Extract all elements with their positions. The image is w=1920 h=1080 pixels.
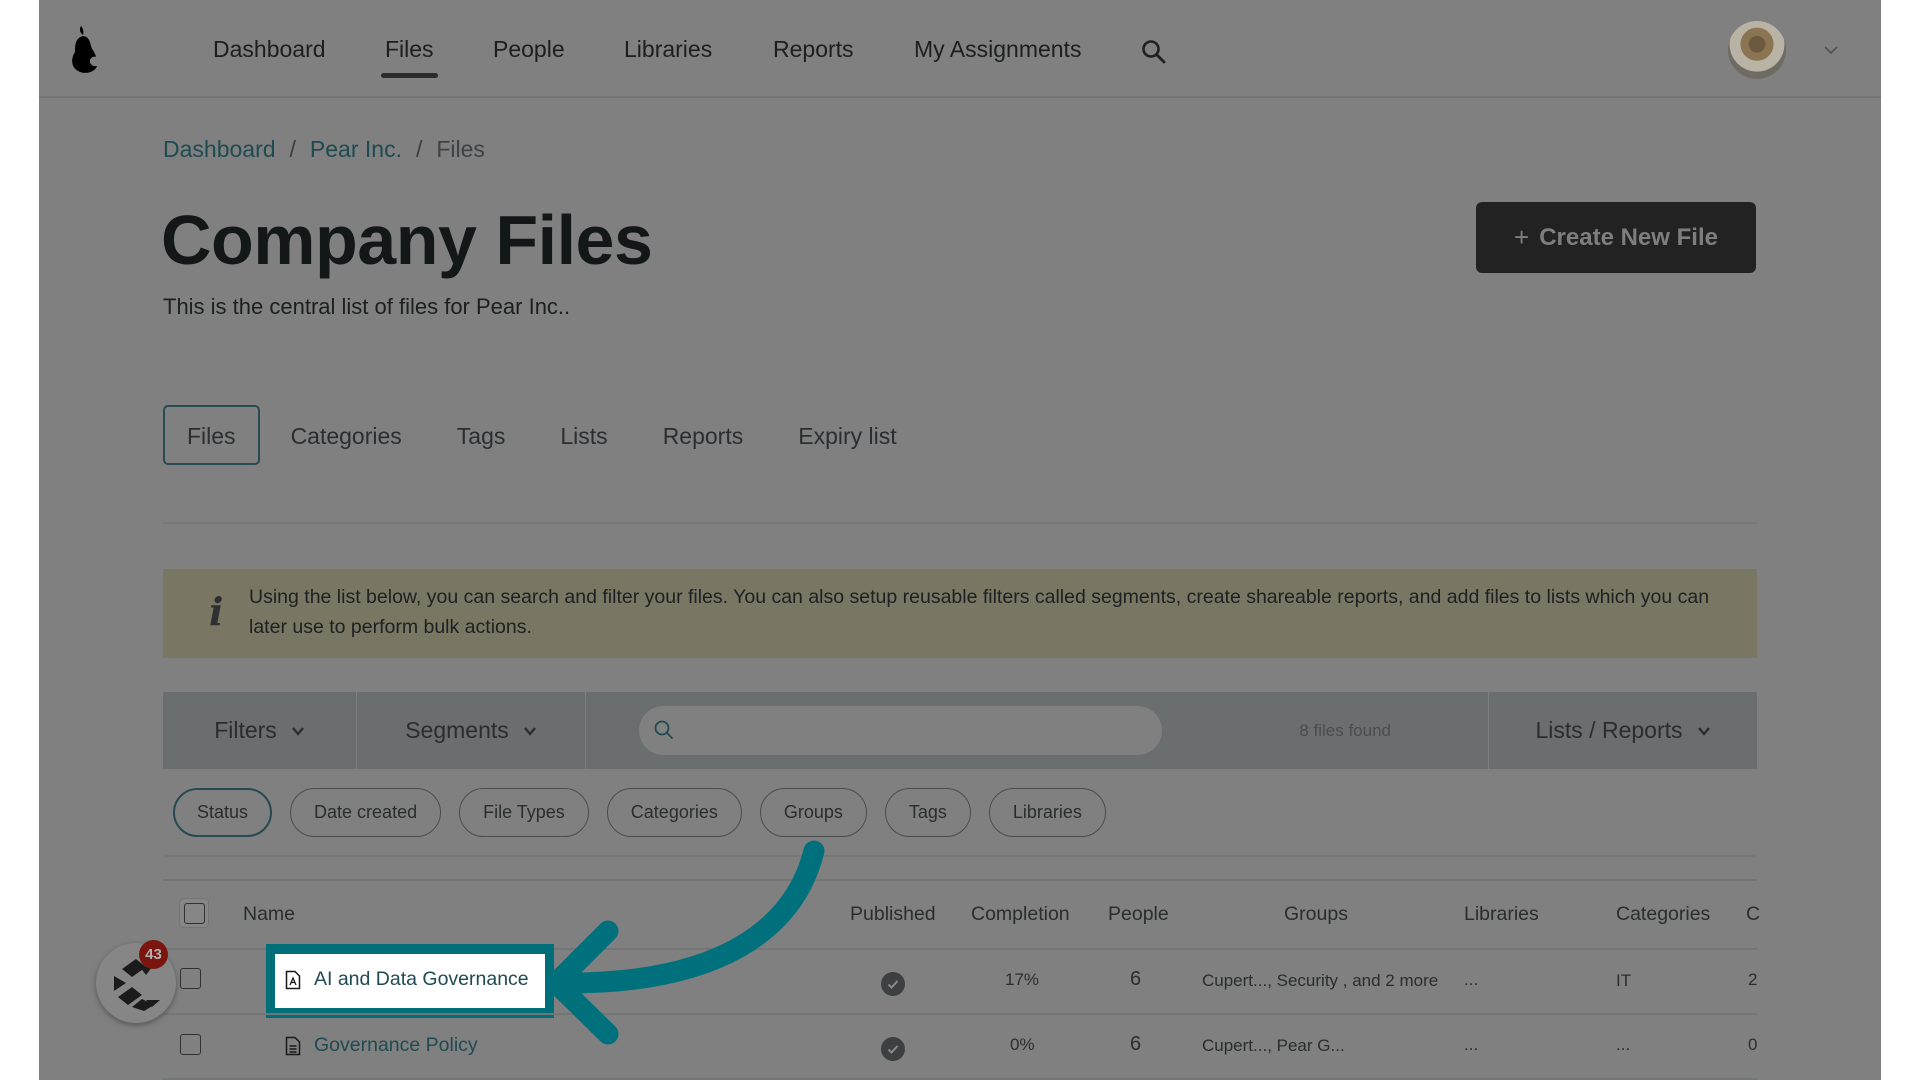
create-new-file-button[interactable]: + Create New File xyxy=(1476,202,1756,273)
lists-reports-label: Lists / Reports xyxy=(1535,717,1683,743)
groups-value[interactable]: Cupert..., Security , and 2 more xyxy=(1202,971,1438,991)
document-file-icon xyxy=(285,1036,301,1055)
column-header-name[interactable]: Name xyxy=(243,903,295,926)
search-icon[interactable] xyxy=(1140,38,1168,66)
column-header-completion[interactable]: Completion xyxy=(971,903,1070,926)
search-input[interactable] xyxy=(687,706,1147,755)
create-new-file-label: Create New File xyxy=(1539,223,1718,251)
notification-badge: 43 xyxy=(139,940,168,969)
select-all-checkbox[interactable] xyxy=(184,903,205,924)
categories-value: ... xyxy=(1616,1035,1631,1054)
libraries-value: ... xyxy=(1464,970,1479,989)
column-header-published[interactable]: Published xyxy=(850,903,936,926)
chevron-down-icon xyxy=(291,726,304,736)
search-icon xyxy=(654,720,673,739)
segments-label: Segments xyxy=(405,717,509,743)
info-banner: i Using the list below, you can search a… xyxy=(163,569,1757,658)
nav-reports[interactable]: Reports xyxy=(773,32,854,66)
tab-expiry-list[interactable]: Expiry list xyxy=(774,405,920,465)
file-name: AI and Data Governance xyxy=(314,968,529,990)
top-navigation: Dashboard Files People Libraries Reports… xyxy=(39,0,1881,98)
breadcrumb-separator: / xyxy=(415,136,423,162)
file-name: Governance Policy xyxy=(314,1034,478,1056)
chip-date-created[interactable]: Date created xyxy=(290,788,442,837)
column-header-categories[interactable]: Categories xyxy=(1616,903,1710,926)
breadcrumb: Dashboard / Pear Inc. / Files xyxy=(163,136,485,163)
breadcrumb-files: Files xyxy=(436,136,485,162)
chip-categories[interactable]: Categories xyxy=(606,788,742,837)
column-header-groups[interactable]: Groups xyxy=(1284,903,1348,926)
lists-reports-dropdown[interactable]: Lists / Reports xyxy=(1489,692,1757,769)
chip-file-types[interactable]: File Types xyxy=(459,788,589,837)
search-field[interactable] xyxy=(639,706,1162,755)
chevron-down-icon[interactable] xyxy=(1823,42,1839,58)
libraries-value: ... xyxy=(1464,1035,1479,1054)
nav-files[interactable]: Files xyxy=(381,32,438,78)
tab-lists[interactable]: Lists xyxy=(536,405,631,465)
tab-tags[interactable]: Tags xyxy=(433,405,530,465)
chip-groups[interactable]: Groups xyxy=(759,788,867,837)
chevron-down-icon xyxy=(523,726,536,736)
chip-libraries[interactable]: Libraries xyxy=(988,788,1106,837)
nav-people[interactable]: People xyxy=(493,32,565,66)
info-banner-text: Using the list below, you can search and… xyxy=(249,586,1710,638)
column-header-libraries[interactable]: Libraries xyxy=(1464,903,1539,926)
pdf-file-icon xyxy=(285,970,301,989)
breadcrumb-separator: / xyxy=(289,136,296,162)
divider xyxy=(163,522,1757,524)
filter-chips: Status Date created File Types Categorie… xyxy=(173,788,1106,837)
section-tabs: Files Categories Tags Lists Reports Expi… xyxy=(163,405,928,465)
completion-value: 17% xyxy=(1005,970,1040,989)
segments-dropdown[interactable]: Segments xyxy=(357,692,585,769)
breadcrumb-dashboard[interactable]: Dashboard xyxy=(163,136,276,163)
published-check-icon xyxy=(881,972,905,996)
table-top-border xyxy=(163,879,1757,881)
pear-logo-icon[interactable] xyxy=(67,24,103,74)
people-count: 6 xyxy=(1130,968,1142,990)
divider xyxy=(163,855,1757,857)
nav-my-assignments[interactable]: My Assignments xyxy=(914,32,1081,66)
tab-categories[interactable]: Categories xyxy=(267,405,426,465)
toolbar-divider xyxy=(585,692,586,769)
c-value: 0 xyxy=(1748,1035,1758,1054)
categories-value: IT xyxy=(1616,971,1632,990)
file-name-link[interactable]: AI and Data Governance xyxy=(285,968,529,991)
published-check-icon xyxy=(881,1037,905,1061)
plus-icon: + xyxy=(1514,222,1530,252)
tab-files[interactable]: Files xyxy=(163,405,260,465)
file-name-link[interactable]: Governance Policy xyxy=(285,1034,478,1057)
tab-reports[interactable]: Reports xyxy=(639,405,768,465)
breadcrumb-pear-inc[interactable]: Pear Inc. xyxy=(310,136,402,163)
page-description: This is the central list of files for Pe… xyxy=(163,294,571,319)
app-window: Dashboard Files People Libraries Reports… xyxy=(39,0,1881,1080)
filters-dropdown[interactable]: Filters xyxy=(163,692,356,769)
row-divider xyxy=(163,1013,1757,1015)
page-title: Company Files xyxy=(161,201,653,279)
nav-libraries[interactable]: Libraries xyxy=(624,32,712,66)
files-found-count: 8 files found xyxy=(1299,721,1391,740)
completion-value: 0% xyxy=(1010,1035,1035,1054)
column-header-c[interactable]: C xyxy=(1746,903,1760,926)
groups-value[interactable]: Cupert..., Pear G... xyxy=(1202,1036,1345,1056)
info-icon: i xyxy=(209,589,224,634)
file-list-toolbar: Filters Segments 8 files found Lists / R… xyxy=(163,692,1757,769)
avatar[interactable] xyxy=(1728,21,1786,79)
chip-tags[interactable]: Tags xyxy=(884,788,971,837)
column-header-people[interactable]: People xyxy=(1108,903,1169,926)
c-value: 2 xyxy=(1748,970,1758,989)
chevron-down-icon xyxy=(1697,726,1710,736)
row-checkbox[interactable] xyxy=(180,1034,201,1055)
select-all-wrapper xyxy=(179,898,209,928)
chip-status[interactable]: Status xyxy=(173,788,273,837)
row-checkbox[interactable] xyxy=(180,968,201,989)
filters-label: Filters xyxy=(214,717,277,743)
people-count: 6 xyxy=(1130,1033,1142,1055)
nav-dashboard[interactable]: Dashboard xyxy=(213,32,326,66)
